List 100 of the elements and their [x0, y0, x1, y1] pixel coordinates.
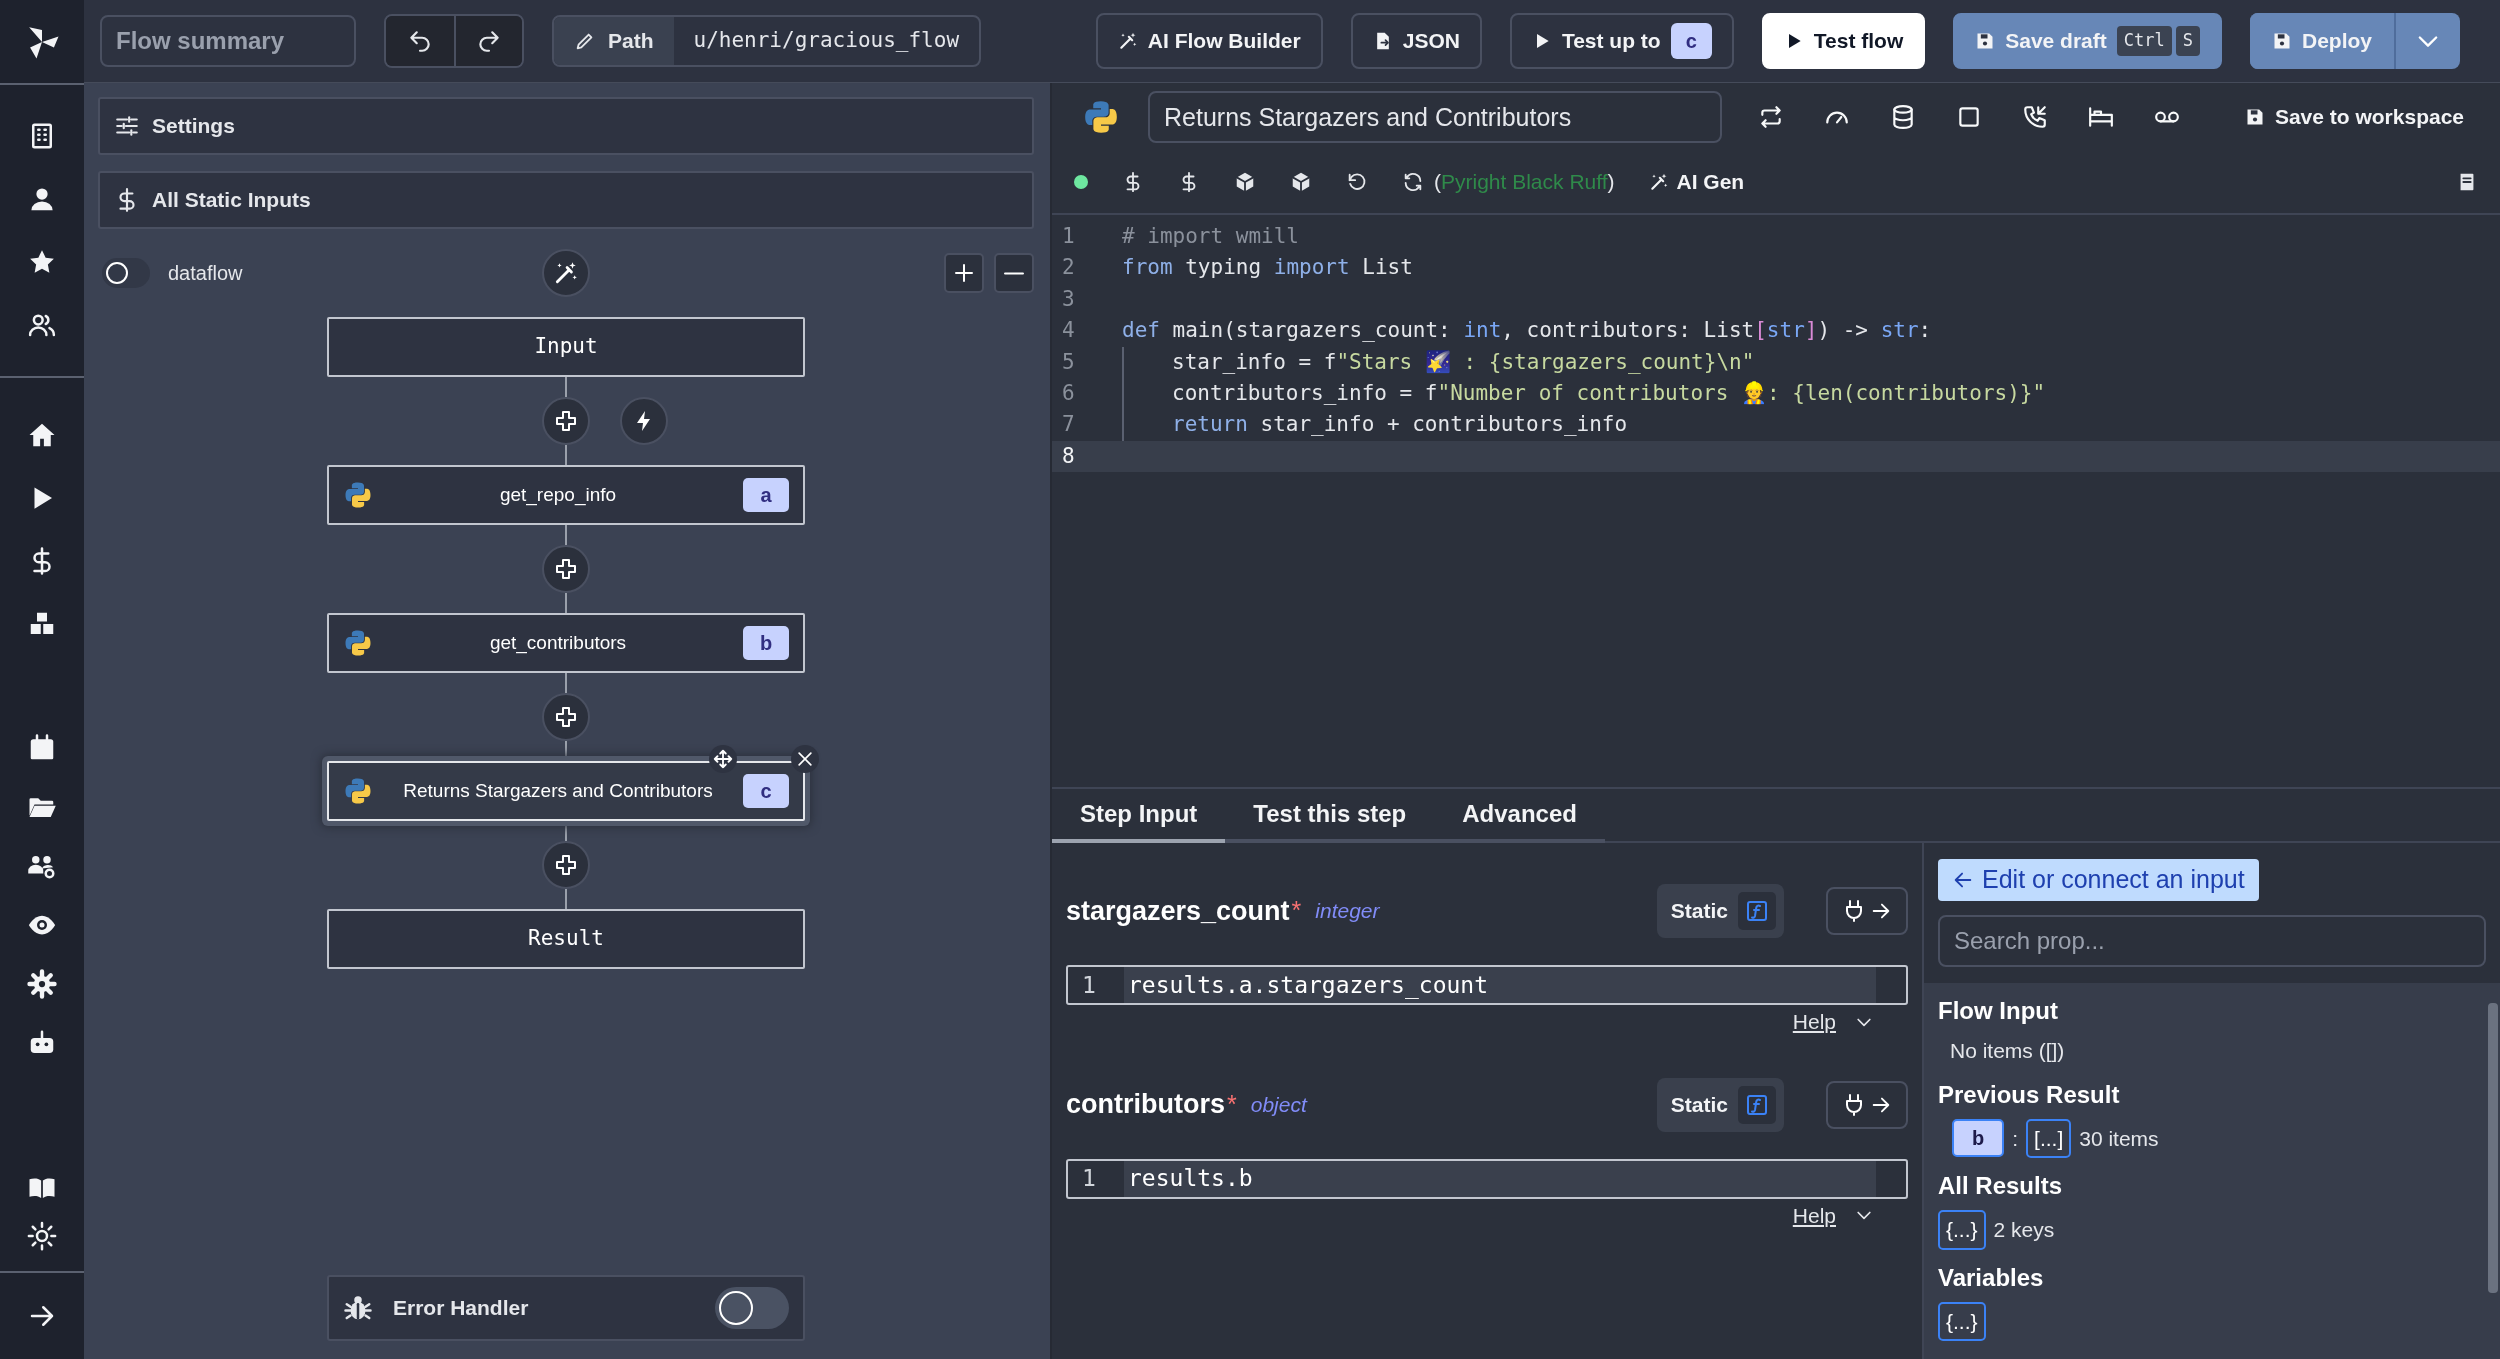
static-inputs-bar[interactable]: All Static Inputs [98, 171, 1034, 229]
help-link[interactable]: Help [1786, 1005, 1880, 1039]
run-button[interactable]: Test flow [1761, 13, 1926, 69]
code-line: from typing import List [1122, 254, 1413, 282]
function-icon [1745, 899, 1769, 923]
object-chip[interactable]: {...} [1938, 1210, 1986, 1250]
path-field[interactable]: Path u/henri/gracious_flow [552, 15, 982, 67]
add-step-button[interactable] [542, 693, 590, 741]
magic-wand-icon [1117, 31, 1138, 51]
empty-note: No items ([]) [1950, 1038, 2065, 1064]
cube-icon[interactable] [1290, 171, 1312, 193]
toggle-switch[interactable] [102, 258, 150, 288]
flow-node[interactable]: Input [327, 317, 805, 377]
plus-icon [554, 409, 578, 433]
required-mark: * [1291, 895, 1302, 927]
add-step-button[interactable] [542, 397, 590, 445]
code-line: def main(stargazers_count: int, contributors: List[str]) -> str: [1122, 317, 1932, 345]
code-line: # import wmill [1122, 222, 1299, 250]
repeat-button[interactable] [1758, 104, 1784, 130]
line-number: 4 [1061, 317, 1076, 345]
flow-node[interactable]: get_repo_info a [327, 465, 805, 525]
edit-connect-button[interactable]: Edit or connect an input [1938, 859, 2259, 901]
ai-gen-button[interactable]: AI Gen [1648, 166, 1745, 198]
step-summary-field[interactable]: Returns Stargazers and Contributors [1148, 91, 1722, 143]
save-to-workspace-button[interactable]: Save to workspace [2238, 100, 2470, 134]
toggle-switch[interactable] [715, 1287, 789, 1329]
magic-wand-icon [1648, 172, 1669, 192]
connect-button[interactable] [1826, 1080, 1908, 1129]
toggle-label: dataflow [168, 261, 243, 286]
phone-icon [2022, 104, 2048, 130]
bed-button[interactable] [2088, 104, 2114, 130]
zoom-out-button[interactable] [994, 253, 1034, 293]
save-button[interactable]: Save draft Ctrl S [1953, 13, 2222, 69]
database-button[interactable] [1890, 104, 1916, 130]
separator: : [2012, 1125, 2019, 1152]
scrollbar[interactable] [2488, 1003, 2498, 1293]
python-logo-icon [1082, 98, 1120, 136]
close-button[interactable] [791, 745, 819, 773]
section-title: Previous Result [1938, 1079, 2121, 1110]
undo-icon [407, 28, 433, 54]
line-number: 2 [1061, 254, 1076, 282]
section-title: Variables [1938, 1262, 2045, 1293]
database-icon [1890, 104, 1916, 130]
shortcut-key: Ctrl [2116, 26, 2172, 56]
zoom-in-button[interactable] [944, 253, 984, 293]
plus-icon [554, 557, 578, 581]
phone-button[interactable] [2022, 104, 2048, 130]
expression-field[interactable]: 1 results.a.stargazers_count [1066, 965, 1908, 1005]
step-badge[interactable]: b [1952, 1119, 2005, 1158]
refresh-icon[interactable] [1402, 171, 1424, 193]
line-number: 3 [1061, 285, 1076, 313]
undo-button[interactable] [386, 16, 454, 66]
sliders-icon [114, 113, 140, 139]
tab[interactable]: Advanced [1434, 789, 1605, 843]
step-badge: c [1670, 23, 1712, 59]
python-logo-icon [343, 480, 373, 510]
line-number: 5 [1061, 348, 1076, 376]
error-handler-bar[interactable]: Error Handler [327, 1275, 805, 1341]
function-button[interactable] [1738, 892, 1776, 930]
flow-summary-field[interactable]: Flow summary [100, 15, 356, 67]
undo-icon[interactable] [1346, 171, 1368, 193]
array-chip[interactable]: [...] [2026, 1118, 2072, 1158]
connect-button[interactable] [1826, 887, 1908, 935]
object-chip[interactable]: {...} [1938, 1301, 1986, 1341]
cube-icon[interactable] [1234, 171, 1256, 193]
move-icon [712, 748, 734, 770]
python-logo-icon [343, 628, 373, 658]
flow-node[interactable]: get_contributors b [327, 613, 805, 673]
step-badge: a [743, 478, 789, 512]
tab[interactable]: Step Input [1052, 789, 1226, 843]
flow-node[interactable]: Result [327, 909, 805, 969]
settings-icon[interactable] [27, 969, 57, 999]
magic-wand-button[interactable] [542, 249, 590, 297]
section-title: Flow Input [1938, 996, 2059, 1026]
status-dot [1074, 175, 1088, 189]
sun-icon[interactable] [27, 1221, 57, 1251]
function-icon [1745, 1092, 1769, 1117]
move-handle[interactable] [709, 745, 737, 773]
redo-button[interactable] [454, 16, 522, 66]
toolbar-button[interactable]: AI Flow Builder [1095, 13, 1323, 69]
trigger-button[interactable] [620, 397, 668, 445]
help-link[interactable]: Help [1786, 1198, 1880, 1232]
bed-icon [2088, 104, 2114, 130]
toolbar-button[interactable]: Test up to c [1509, 13, 1734, 69]
add-step-button[interactable] [542, 545, 590, 593]
section-title: All Results [1938, 1171, 2064, 1201]
add-step-button[interactable] [542, 841, 590, 889]
square-button[interactable] [1956, 104, 1982, 130]
search-field[interactable]: Search prop... [1938, 915, 2486, 967]
function-button[interactable] [1738, 1085, 1776, 1124]
toolbar-button[interactable]: JSON [1350, 13, 1482, 69]
code-line: return star_info + contributors_info [1172, 411, 1628, 439]
tab[interactable]: Test this step [1225, 789, 1435, 843]
settings-bar[interactable]: Settings [98, 97, 1034, 155]
line-number: 6 [1061, 379, 1076, 407]
expression-field[interactable]: 1 results.b [1066, 1158, 1908, 1199]
close-icon [795, 749, 815, 769]
shortcut-key: S [2175, 26, 2200, 56]
code-line: contributors_info = f"Number of contributors 👷: {len(contributors)}" [1172, 379, 2046, 407]
minus-icon [1004, 270, 1024, 276]
